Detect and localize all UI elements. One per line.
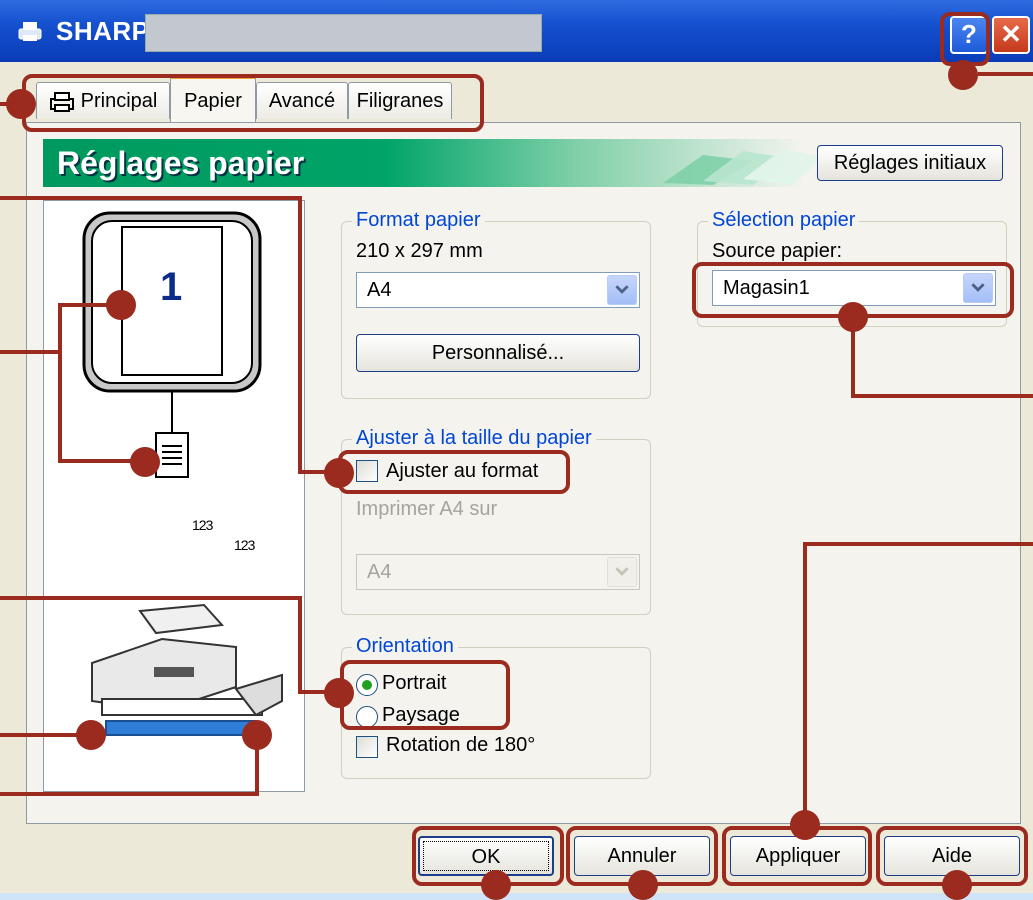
title-field	[145, 14, 542, 52]
orientation-label: Orientation	[352, 635, 458, 658]
annotation-leader	[851, 318, 855, 398]
annotation-leader	[0, 596, 302, 600]
fit-to-paper-label: Ajuster à la taille du papier	[352, 427, 596, 450]
preview-pane: 1 123 123	[43, 200, 305, 792]
annotation-leader	[0, 350, 58, 354]
paper-dimensions: 210 x 297 mm	[356, 240, 483, 262]
close-button[interactable]: ✕	[992, 16, 1030, 54]
annotation-callout-apply	[722, 826, 872, 886]
annotation-leader	[803, 542, 807, 824]
annotation-callout-fit-checkbox	[338, 450, 570, 494]
custom-size-button[interactable]: Personnalisé...	[356, 334, 640, 372]
annotation-leader	[58, 459, 138, 463]
collate-icon: 123	[234, 537, 255, 553]
annotation-leader	[0, 102, 10, 106]
chevron-down-icon[interactable]	[607, 275, 637, 305]
annotation-marker	[481, 870, 511, 900]
paper-size-select[interactable]: A4	[356, 272, 640, 308]
window-title: SHARP	[56, 16, 150, 46]
dialog-window: SHARP ? ✕ Principal Papier Avancé Filigr…	[0, 0, 1033, 900]
paper-source-label: Source papier:	[712, 240, 843, 262]
section-banner: Réglages papier	[43, 139, 823, 187]
annotation-leader	[0, 792, 259, 796]
annotation-leader	[58, 303, 110, 307]
collate-icon: 123	[192, 517, 213, 533]
paper-size-group: Format papier 210 x 297 mm A4 Personnali…	[341, 209, 651, 399]
default-settings-button[interactable]: Réglages initiaux	[817, 145, 1003, 181]
annotation-leader	[978, 72, 1033, 76]
annotation-marker	[6, 89, 36, 119]
rotate-180-checkbox[interactable]	[356, 736, 378, 758]
annotation-marker	[76, 720, 106, 750]
annotation-marker	[106, 290, 136, 320]
annotation-leader	[851, 394, 1033, 398]
annotation-marker	[130, 447, 160, 477]
paper-size-value: A4	[367, 279, 392, 301]
paper-size-label: Format papier	[352, 209, 485, 232]
banner-title: Réglages papier	[57, 145, 305, 181]
printer-illustration	[91, 603, 283, 736]
annotation-leader	[803, 542, 1033, 546]
annotation-callout-tabs	[22, 74, 484, 132]
fit-paper-value: A4	[367, 561, 392, 583]
annotation-marker	[948, 60, 978, 90]
paper-selection-label: Sélection papier	[708, 209, 860, 232]
rotate-180-label: Rotation de 180°	[386, 734, 536, 756]
fit-paper-select[interactable]: A4	[356, 554, 640, 590]
paper-stack-decoration	[663, 149, 823, 185]
annotation-callout-orientation	[340, 660, 510, 730]
title-bar[interactable]: SHARP ? ✕	[0, 0, 1033, 62]
annotation-leader	[298, 596, 302, 694]
print-on-label: Imprimer A4 sur	[356, 498, 498, 520]
annotation-callout-help-close	[940, 12, 990, 66]
annotation-leader	[298, 196, 302, 474]
annotation-leader	[0, 733, 80, 737]
annotation-leader	[255, 736, 259, 796]
annotation-marker	[942, 870, 972, 900]
annotation-leader	[0, 196, 302, 200]
chevron-down-icon[interactable]	[607, 557, 637, 587]
printer-icon	[18, 22, 42, 41]
annotation-leader	[58, 303, 62, 463]
page-number: 1	[160, 265, 183, 309]
annotation-marker	[628, 870, 658, 900]
